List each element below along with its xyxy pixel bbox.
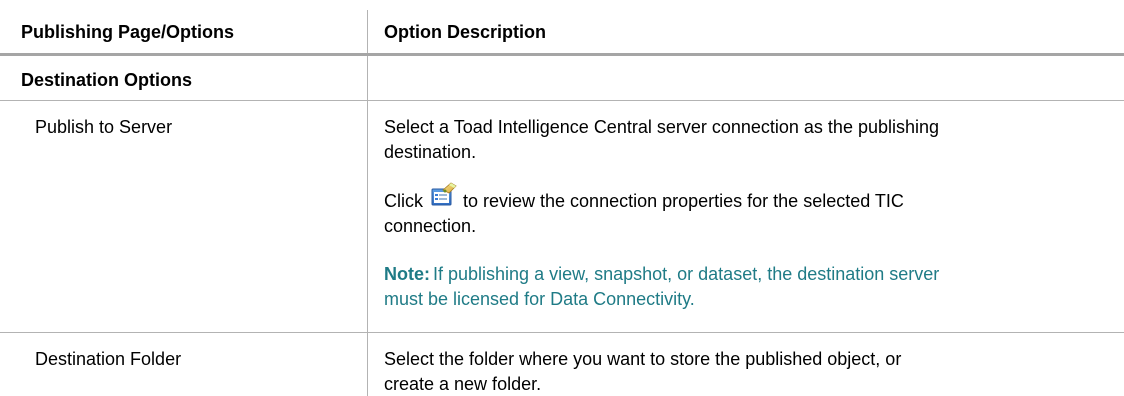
note-line1-rest: If publishing a view, snapshot, or datas…: [433, 264, 940, 284]
publish-desc-line1: Select a Toad Intelligence Central serve…: [384, 117, 940, 137]
section-title: Destination Options: [21, 70, 192, 90]
section-divider: [0, 100, 1124, 101]
click-prefix: Click: [384, 191, 423, 211]
publish-desc-line2: destination.: [384, 142, 477, 162]
column-header-option: Publishing Page/Options: [21, 22, 235, 42]
click-line1-rest: to review the connection properties for …: [463, 191, 904, 211]
note-label: Note:: [384, 264, 430, 284]
header-divider: [0, 53, 1124, 56]
column-header-description: Option Description: [384, 22, 546, 42]
option-publish-to-server: Publish to Server: [35, 117, 173, 137]
option-destination-folder: Destination Folder: [35, 349, 182, 369]
folder-desc-line1: Select the folder where you want to stor…: [384, 349, 902, 369]
column-divider: [367, 10, 368, 396]
options-table: Publishing Page/Options Option Descripti…: [0, 0, 1124, 396]
click-line2: connection.: [384, 216, 477, 236]
row-divider: [0, 332, 1124, 333]
folder-desc-line2: create a new folder.: [384, 374, 542, 394]
connection-properties-icon: [431, 182, 457, 206]
note-line2: must be licensed for Data Connectivity.: [384, 289, 695, 309]
